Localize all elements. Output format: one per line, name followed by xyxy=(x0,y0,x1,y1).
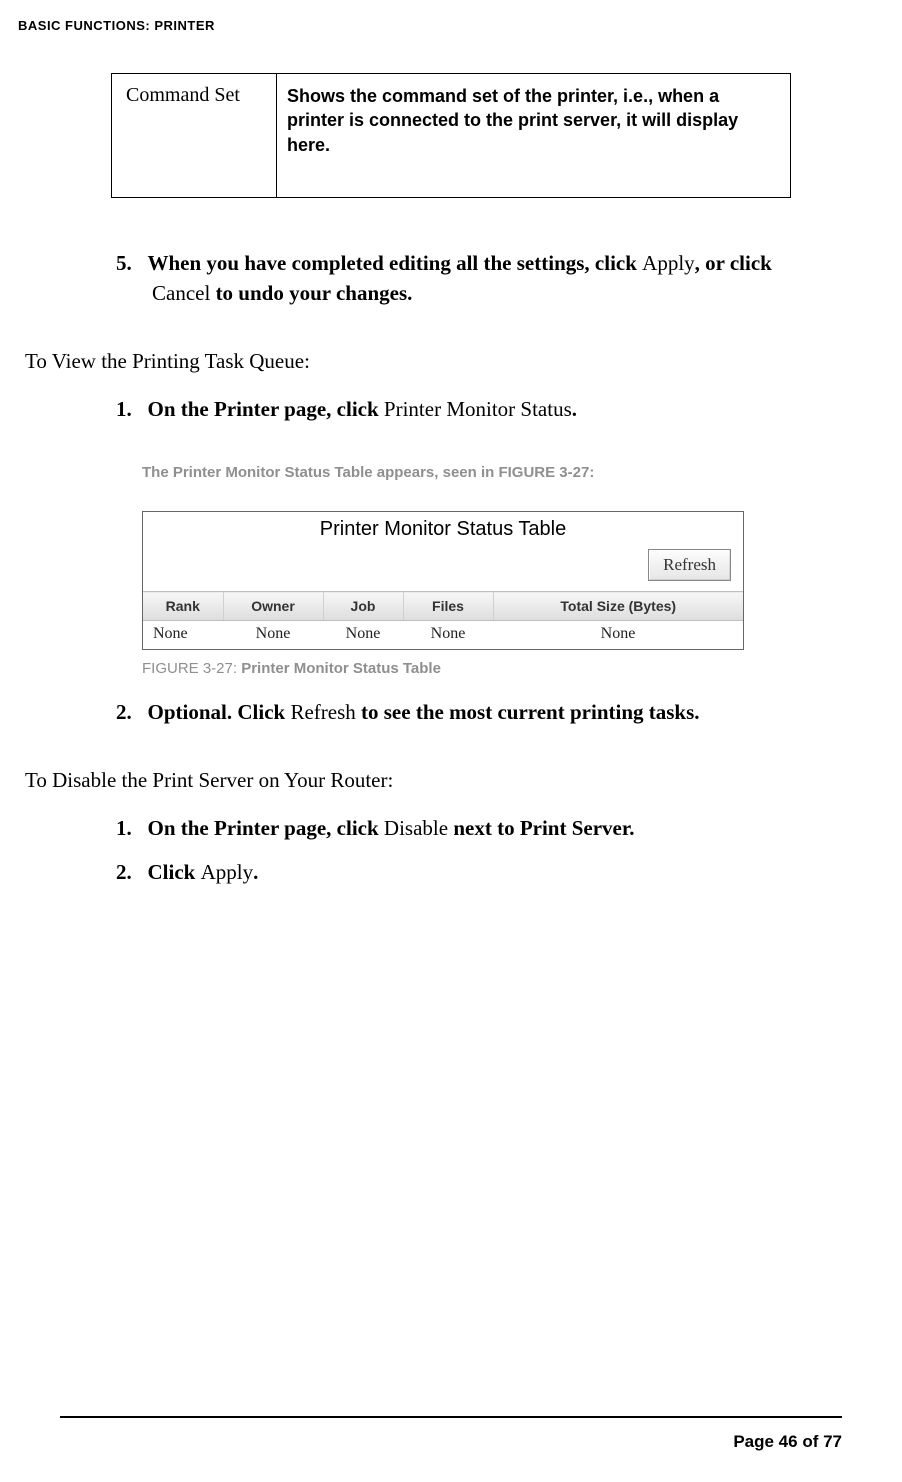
step-number: 1. xyxy=(116,397,132,421)
printer-monitor-status-text: Printer Monitor Status xyxy=(384,397,572,421)
step-text: When you have completed editing all the … xyxy=(148,251,643,275)
step-text: On the Printer page, click xyxy=(148,816,384,840)
pmst-title: Printer Monitor Status Table xyxy=(143,512,743,545)
step-5: 5. When you have completed editing all t… xyxy=(90,248,812,309)
step-number: 1. xyxy=(116,816,132,840)
figure-caption: FIGURE 3-27: Printer Monitor Status Tabl… xyxy=(90,660,812,677)
figure-label: FIGURE 3-27: xyxy=(142,660,241,677)
figure-title: Printer Monitor Status Table xyxy=(241,660,441,677)
col-total-size: Total Size (Bytes) xyxy=(493,592,743,621)
refresh-text: Refresh xyxy=(290,700,355,724)
cell-owner: None xyxy=(223,621,323,650)
step-text: On the Printer page, click xyxy=(148,397,384,421)
view-queue-steps: 1. On the Printer page, click Printer Mo… xyxy=(90,394,812,424)
step-text: , or click xyxy=(695,251,772,275)
caption-text: : xyxy=(589,464,594,481)
caption-text: The Printer Monitor Status Table appears… xyxy=(142,464,498,481)
step-number: 2. xyxy=(116,860,132,884)
col-rank: Rank xyxy=(143,592,223,621)
command-set-label: Command Set xyxy=(112,74,277,198)
page-footer: Page 46 of 77 xyxy=(60,1416,842,1452)
figure-ref: FIGURE 3-27 xyxy=(498,464,589,481)
page-content: Command Set Shows the command set of the… xyxy=(0,33,902,888)
step-text: to see the most current printing tasks. xyxy=(356,700,700,724)
cell-total-size: None xyxy=(493,621,743,650)
disable-heading: To Disable the Print Server on Your Rout… xyxy=(25,768,812,793)
step-number: 2. xyxy=(116,700,132,724)
disable-step-2: 2. Click Apply. xyxy=(90,857,812,887)
step-number: 5. xyxy=(116,251,132,275)
cell-files: None xyxy=(403,621,493,650)
cancel-text: Cancel xyxy=(152,281,210,305)
step-text: . xyxy=(572,397,577,421)
page-number: Page 46 of 77 xyxy=(60,1432,842,1452)
footer-rule xyxy=(60,1416,842,1418)
apply-text: Apply xyxy=(642,251,695,275)
view-queue-step-1: 1. On the Printer page, click Printer Mo… xyxy=(90,394,812,424)
step-5-list: 5. When you have completed editing all t… xyxy=(90,248,812,309)
step-text: to undo your changes. xyxy=(210,281,412,305)
disable-text: Disable xyxy=(384,816,448,840)
cell-rank: None xyxy=(143,621,223,650)
step-text: Click xyxy=(148,860,201,884)
page-header: BASIC FUNCTIONS: PRINTER xyxy=(0,0,902,33)
step-text: Optional. Click xyxy=(148,700,291,724)
refresh-button[interactable]: Refresh xyxy=(648,549,731,581)
col-job: Job xyxy=(323,592,403,621)
pmst-grid: Rank Owner Job Files Total Size (Bytes) … xyxy=(143,591,743,649)
col-owner: Owner xyxy=(223,592,323,621)
view-queue-heading: To View the Printing Task Queue: xyxy=(25,349,812,374)
table-header-row: Rank Owner Job Files Total Size (Bytes) xyxy=(143,592,743,621)
pmst-toolbar: Refresh xyxy=(143,545,743,591)
cell-job: None xyxy=(323,621,403,650)
printer-monitor-status-table: Printer Monitor Status Table Refresh Ran… xyxy=(142,511,744,650)
step-text: . xyxy=(253,860,258,884)
table-row: None None None None None xyxy=(143,621,743,650)
disable-step-1: 1. On the Printer page, click Disable ne… xyxy=(90,813,812,843)
disable-steps: 1. On the Printer page, click Disable ne… xyxy=(90,813,812,888)
status-table-caption: The Printer Monitor Status Table appears… xyxy=(90,464,812,481)
apply-text: Apply xyxy=(201,860,254,884)
view-queue-step-2-list: 2. Optional. Click Refresh to see the mo… xyxy=(90,697,812,727)
step-text: next to Print Server. xyxy=(448,816,634,840)
command-set-description: Shows the command set of the printer, i.… xyxy=(277,74,791,198)
col-files: Files xyxy=(403,592,493,621)
view-queue-step-2: 2. Optional. Click Refresh to see the mo… xyxy=(90,697,812,727)
command-set-table: Command Set Shows the command set of the… xyxy=(111,73,791,198)
